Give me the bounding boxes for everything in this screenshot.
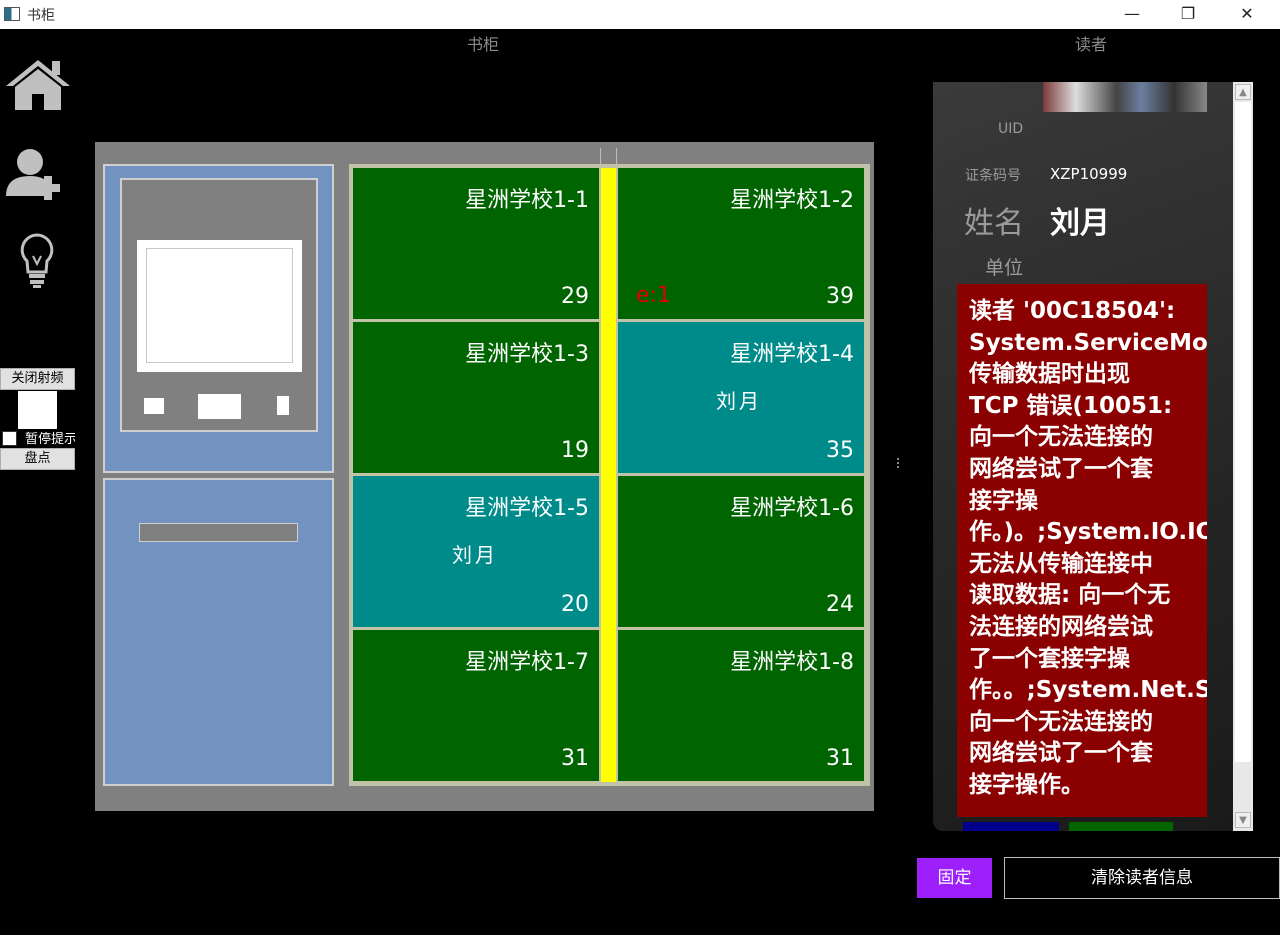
home-icon[interactable] (0, 52, 76, 122)
door-name: 星洲学校1-4 (730, 342, 854, 367)
door-count: 31 (826, 746, 854, 771)
door-cell[interactable]: 星洲学校1-6 24 (618, 476, 864, 627)
terminal-button (198, 394, 241, 419)
cabinet-tick (616, 148, 617, 164)
close-button[interactable]: ✕ (1225, 2, 1269, 28)
door-count: 35 (826, 438, 854, 463)
door-cell[interactable]: 星洲学校1-1 29 (353, 168, 599, 319)
door-name: 星洲学校1-5 (465, 496, 589, 521)
uid-label: UID (998, 121, 1024, 137)
scroll-up-icon[interactable]: ▲ (1235, 84, 1251, 100)
door-name: 星洲学校1-1 (465, 188, 589, 213)
indicator-box (18, 391, 57, 429)
door-count: 24 (826, 592, 854, 617)
barcode-value: XZP10999 (1050, 165, 1128, 183)
reader-error-text: 读者 '00C18504': System.ServiceModel.Commu… (969, 298, 1207, 798)
door-name: 星洲学校1-8 (730, 650, 854, 675)
scroll-down-icon[interactable]: ▼ (1235, 812, 1251, 828)
door-count: 39 (826, 284, 854, 309)
door-count: 29 (561, 284, 589, 309)
barcode-label: 证条码号 (965, 168, 1021, 184)
door-count: 20 (561, 592, 589, 617)
door-count: 19 (561, 438, 589, 463)
door-cell[interactable]: 星洲学校1-7 31 (353, 630, 599, 781)
window-title: 书柜 (27, 8, 55, 24)
reader-panel: UID 证条码号 XZP10999 姓名 刘月 单位 读者 '00C18504'… (933, 82, 1253, 831)
terminal-button (144, 398, 164, 414)
door-name: 星洲学校1-6 (730, 496, 854, 521)
door-count: 31 (561, 746, 589, 771)
pin-button[interactable]: 固定 (917, 858, 992, 898)
rf-toggle-button[interactable]: 关闭射频 (0, 368, 75, 390)
door-cell[interactable]: 星洲学校1-3 19 (353, 322, 599, 473)
splitter-handle[interactable] (897, 458, 900, 472)
door-name: 星洲学校1-2 (730, 188, 854, 213)
reader-error-box: 读者 '00C18504': System.ServiceModel.Commu… (957, 284, 1207, 817)
door-divider (601, 168, 616, 782)
door-cell[interactable]: 星洲学校1-8 31 (618, 630, 864, 781)
inventory-button[interactable]: 盘点 (0, 448, 75, 470)
scroll-thumb[interactable] (1235, 102, 1251, 762)
reader-photo (1043, 82, 1207, 112)
terminal-screen-inner (146, 248, 293, 363)
cabinet-section-title: 书柜 (467, 35, 500, 54)
status-tag (963, 822, 1059, 831)
pause-checkbox-label: 暂停提示 (25, 432, 75, 447)
door-cell[interactable]: 星洲学校1-5 刘月 20 (353, 476, 599, 627)
reader-scrollbar[interactable]: ▲ ▼ (1233, 82, 1253, 831)
pause-checkbox[interactable] (2, 431, 17, 446)
door-error: e:1 (636, 283, 671, 308)
name-value: 刘月 (1050, 206, 1110, 241)
app-icon (4, 7, 20, 21)
terminal-button (277, 396, 289, 415)
title-bar: 书柜 — ❐ ✕ (0, 0, 1280, 29)
cabinet-tick (600, 148, 601, 164)
door-reader: 刘月 (452, 543, 498, 567)
reader-section-title: 读者 (1075, 35, 1108, 54)
unit-label: 单位 (985, 257, 1024, 279)
maximize-button[interactable]: ❐ (1166, 2, 1210, 28)
status-tag (1069, 822, 1173, 831)
lightbulb-icon[interactable] (0, 228, 76, 298)
return-slot (139, 523, 298, 542)
door-name: 星洲学校1-3 (465, 342, 589, 367)
door-cell[interactable]: 星洲学校1-2 e:1 39 (618, 168, 864, 319)
name-label: 姓名 (964, 206, 1024, 241)
door-reader: 刘月 (716, 389, 762, 413)
clear-reader-button[interactable]: 清除读者信息 (1004, 857, 1280, 899)
door-name: 星洲学校1-7 (465, 650, 589, 675)
add-user-icon[interactable] (0, 140, 76, 210)
minimize-button[interactable]: — (1110, 2, 1154, 28)
door-cell[interactable]: 星洲学校1-4 刘月 35 (618, 322, 864, 473)
